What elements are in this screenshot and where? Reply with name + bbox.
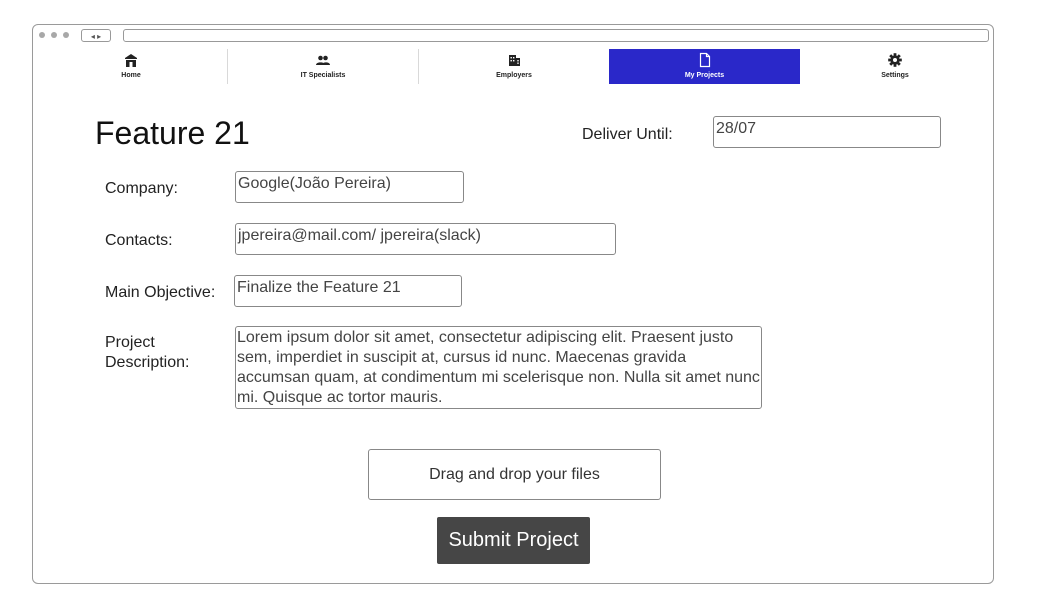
nav-label-my-projects: My Projects: [684, 72, 725, 79]
nav-item-employers[interactable]: Employers: [419, 49, 609, 84]
page-title: Feature 21: [95, 115, 250, 151]
project-description-textarea[interactable]: Lorem ipsum dolor sit amet, consectetur …: [235, 326, 762, 409]
nav-item-my-projects[interactable]: My Projects: [609, 49, 800, 84]
people-icon: [228, 52, 418, 70]
main-objective-label: Main Objective:: [105, 284, 216, 301]
project-description-label-line2: Description:: [105, 354, 190, 371]
window-titlebar: ◂ ▸: [33, 25, 993, 47]
document-icon: [609, 52, 800, 70]
deliver-until-label: Deliver Until:: [582, 126, 673, 143]
company-label: Company:: [105, 180, 178, 197]
nav-label-settings: Settings: [881, 72, 909, 79]
building-icon: [419, 52, 609, 70]
deliver-until-field[interactable]: 28/07: [713, 116, 941, 148]
contacts-field[interactable]: jpereira@mail.com/ jpereira(slack): [235, 223, 616, 255]
url-bar[interactable]: [123, 29, 989, 42]
nav-item-settings[interactable]: Settings: [800, 49, 990, 84]
browser-window: ◂ ▸ Home IT Specialists Employers My Pro…: [32, 24, 994, 584]
file-drop-zone[interactable]: Drag and drop your files: [368, 449, 661, 500]
back-forward-buttons[interactable]: ◂ ▸: [81, 29, 111, 42]
window-minimize-dot[interactable]: [51, 32, 57, 38]
top-navigation: Home IT Specialists Employers My Project…: [33, 49, 995, 85]
company-field[interactable]: Google(João Pereira): [235, 171, 464, 203]
nav-item-it-specialists[interactable]: IT Specialists: [228, 49, 418, 84]
window-close-dot[interactable]: [39, 32, 45, 38]
nav-label-employers: Employers: [496, 72, 532, 79]
gear-icon: [800, 52, 990, 70]
contacts-label: Contacts:: [105, 232, 173, 249]
window-maximize-dot[interactable]: [63, 32, 69, 38]
main-objective-field[interactable]: Finalize the Feature 21: [234, 275, 462, 307]
home-icon: [35, 52, 227, 70]
project-description-label-line1: Project: [105, 334, 155, 351]
nav-label-home: Home: [121, 72, 141, 79]
nav-label-it-specialists: IT Specialists: [300, 72, 346, 79]
submit-project-button[interactable]: Submit Project: [437, 517, 590, 564]
nav-item-home[interactable]: Home: [35, 49, 227, 84]
